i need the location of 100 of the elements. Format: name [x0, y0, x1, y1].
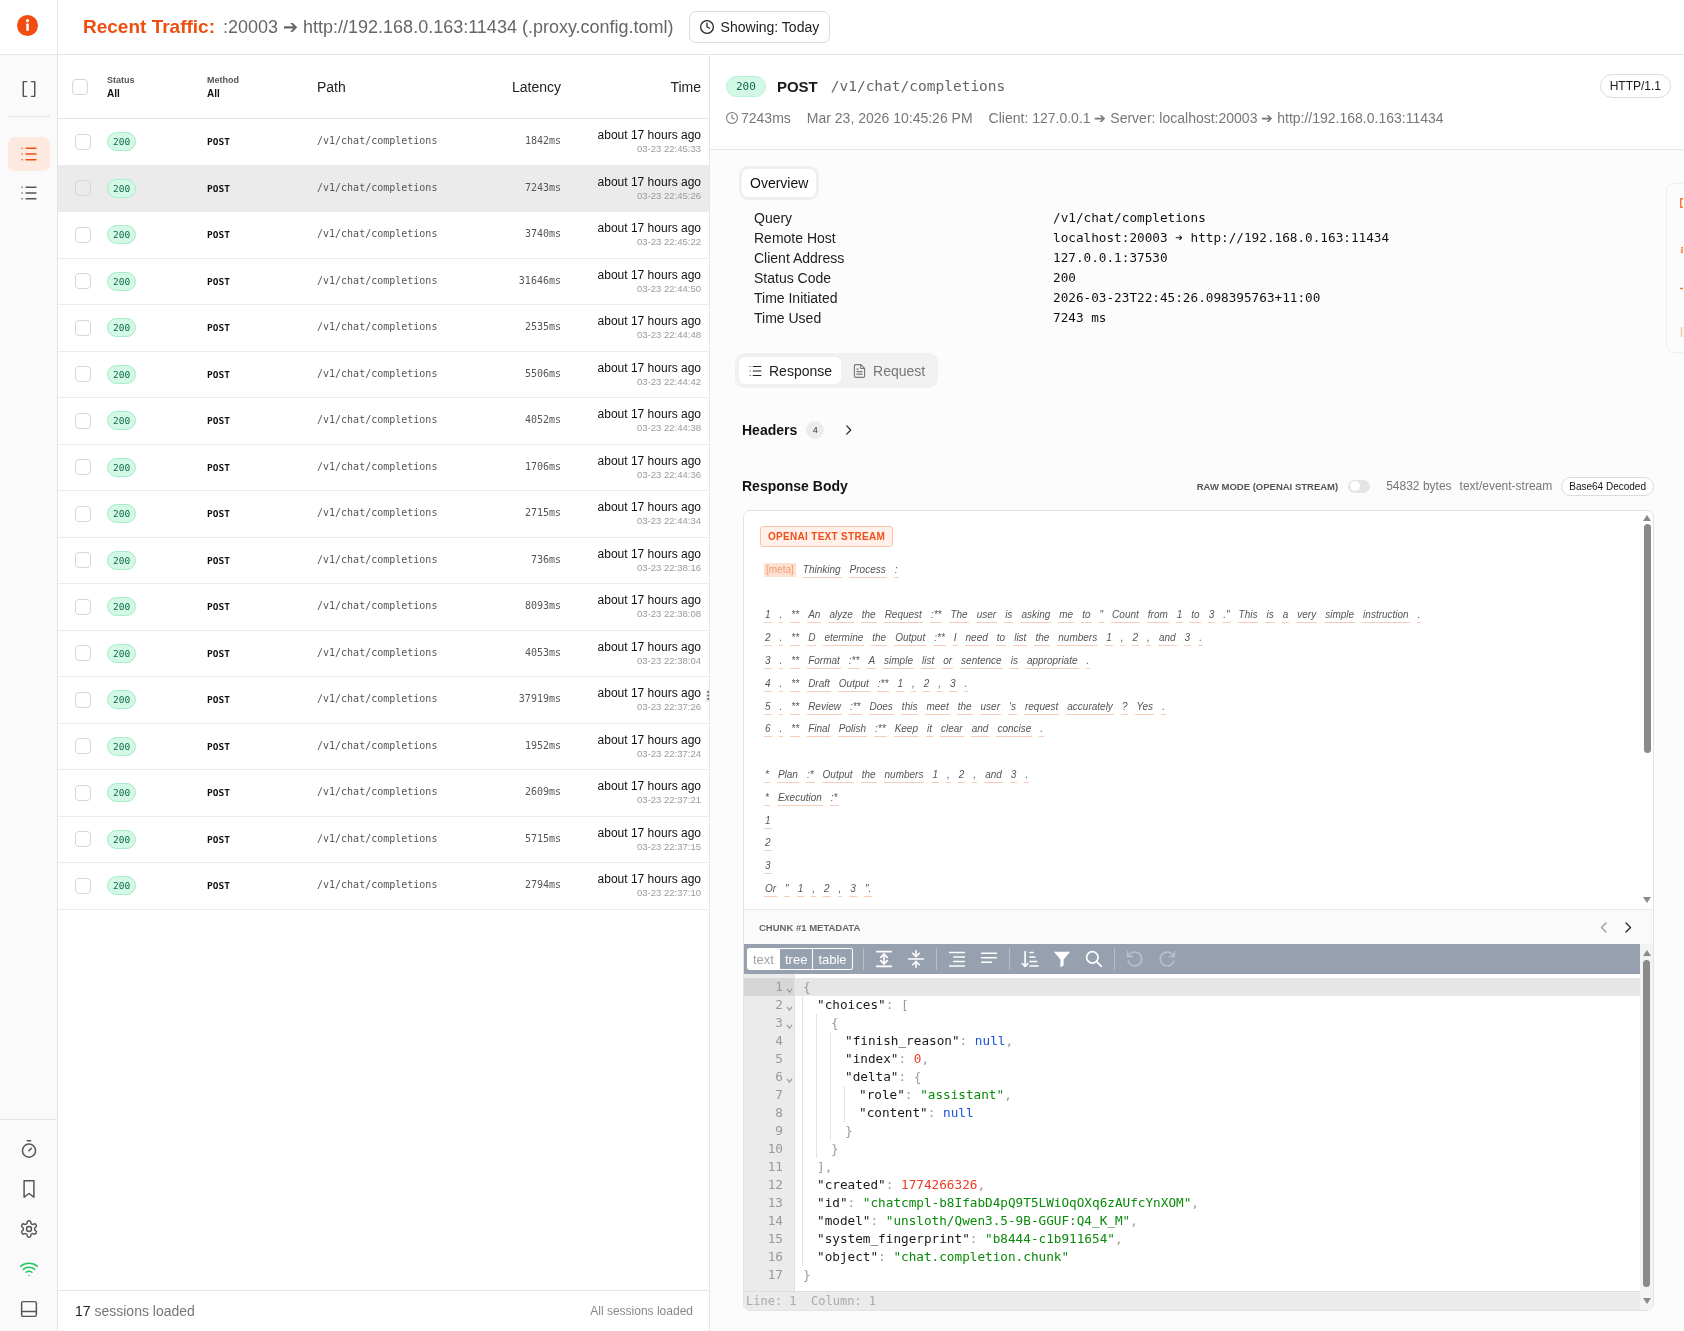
table-row[interactable]: 200 POST /v1/chat/completions 7243ms about 17 hours ago 03-23 22:45:26 [58, 165, 709, 212]
column-header[interactable]: Time [670, 78, 701, 95]
stream-token: Draft [807, 676, 831, 692]
status-badge: 200 [107, 597, 137, 617]
column-filter[interactable]: All [207, 87, 239, 99]
fold-caret-icon[interactable] [786, 1005, 793, 1011]
stream-token: simple [883, 654, 914, 670]
filter-icon[interactable] [1052, 950, 1071, 968]
field-label: Time Initiated [754, 289, 838, 308]
timestamp: 03-23 22:44:48 [637, 329, 701, 342]
wifi-icon[interactable] [19, 1260, 38, 1278]
row-checkbox[interactable] [75, 877, 91, 894]
row-checkbox[interactable] [75, 784, 91, 801]
row-checkbox[interactable] [75, 459, 91, 476]
expand-all-icon[interactable] [874, 950, 893, 968]
chevron-right-icon[interactable] [844, 424, 854, 436]
stream-token: Format [807, 654, 841, 670]
stream-token: :** [874, 722, 887, 738]
stream-token: . [778, 654, 784, 670]
scroll-up-icon[interactable] [1643, 515, 1651, 521]
overview-tab[interactable]: Overview [739, 166, 820, 200]
request-path: /v1/chat/completions [830, 78, 1006, 94]
column-label: Status [107, 74, 135, 85]
format-icon[interactable] [947, 950, 966, 968]
row-checkbox[interactable] [75, 366, 91, 383]
scrollbar[interactable] [1640, 944, 1653, 1310]
stream-token: meet [925, 699, 950, 715]
request-path: /v1/chat/completions [317, 646, 438, 658]
row-checkbox[interactable] [75, 552, 91, 569]
detail-tab[interactable]: Request [843, 357, 935, 384]
stream-token: . [778, 631, 784, 647]
search-icon[interactable] [1084, 950, 1103, 968]
line-number: 11 [766, 1158, 783, 1176]
scroll-up-icon[interactable] [1642, 950, 1651, 956]
row-checkbox[interactable] [75, 226, 91, 243]
request-path: /v1/chat/completions [317, 739, 438, 751]
panel-icon[interactable] [19, 1300, 38, 1318]
row-checkbox[interactable] [75, 598, 91, 615]
settings-icon[interactable] [19, 1220, 38, 1238]
fold-caret-icon[interactable] [786, 987, 793, 993]
time-ago: about 17 hours ago [597, 500, 701, 515]
date-range-button[interactable]: Showing: Today [688, 11, 831, 43]
stream-token: . [963, 676, 969, 692]
sort-icon[interactable] [1020, 950, 1039, 968]
status-badge: 200 [107, 736, 137, 756]
timestamp: 03-23 22:44:50 [637, 282, 701, 295]
scroll-down-icon[interactable] [1643, 897, 1651, 903]
scrollbar-thumb[interactable] [1643, 524, 1651, 753]
column-header[interactable]: Path [317, 78, 346, 95]
latency: 4053ms [524, 646, 561, 658]
row-checkbox[interactable] [75, 412, 91, 429]
status-badge: 200 [107, 271, 137, 291]
row-checkbox[interactable] [75, 691, 91, 708]
stream-token: ** [790, 631, 801, 647]
timer-icon[interactable] [19, 1140, 38, 1158]
raw-mode-toggle[interactable] [1348, 479, 1371, 493]
collapse-all-icon[interactable] [906, 950, 925, 968]
stream-token: Yes [1135, 699, 1155, 715]
stream-token: 3 [849, 882, 857, 898]
row-checkbox[interactable] [75, 831, 91, 848]
stream-token: , [972, 768, 978, 784]
load-status: All sessions loaded [590, 1304, 693, 1318]
time-ago: about 17 hours ago [597, 314, 701, 329]
timestamp: 03-23 22:44:38 [637, 422, 701, 435]
row-checkbox[interactable] [75, 738, 91, 755]
stream-token: Keep [893, 722, 919, 738]
stream-token: Final [807, 722, 831, 738]
stream-token: etermine [823, 631, 865, 647]
stream-token: 2 [823, 882, 831, 898]
latency: 4052ms [524, 414, 561, 426]
column-filter[interactable]: All [107, 87, 135, 99]
stream-token: the [860, 608, 877, 624]
stream-token: ** [790, 676, 801, 692]
detail-tab[interactable]: Response [739, 357, 842, 384]
stream-token: Request [883, 608, 923, 624]
status-badge: 200 [107, 550, 137, 570]
row-checkbox[interactable] [75, 133, 91, 150]
stream-token: 1 [764, 608, 772, 624]
stream-token: 1 [931, 768, 939, 784]
column-header[interactable]: Latency [511, 78, 561, 95]
status-badge: 200 [107, 225, 137, 245]
chevron-right-icon[interactable] [1624, 921, 1632, 933]
request-path: /v1/chat/completions [317, 228, 438, 240]
fold-caret-icon[interactable] [786, 1023, 793, 1029]
stream-token: " [784, 882, 790, 898]
row-checkbox[interactable] [75, 319, 91, 336]
fold-caret-icon[interactable] [786, 1077, 793, 1083]
row-checkbox[interactable] [75, 505, 91, 522]
row-checkbox[interactable] [75, 645, 91, 662]
stream-token: the [871, 631, 888, 647]
time-ago: about 17 hours ago [597, 174, 701, 189]
line-number: 2 [774, 996, 783, 1014]
scroll-down-icon[interactable] [1642, 1298, 1651, 1304]
scrollbar-thumb[interactable] [1643, 960, 1650, 1287]
http-method: POST [207, 880, 230, 892]
stream-token: ? [1120, 699, 1129, 715]
select-all-checkbox[interactable] [72, 78, 88, 95]
row-checkbox[interactable] [75, 273, 91, 290]
request-path: /v1/chat/completions [317, 321, 438, 333]
stream-token: the [956, 699, 973, 715]
